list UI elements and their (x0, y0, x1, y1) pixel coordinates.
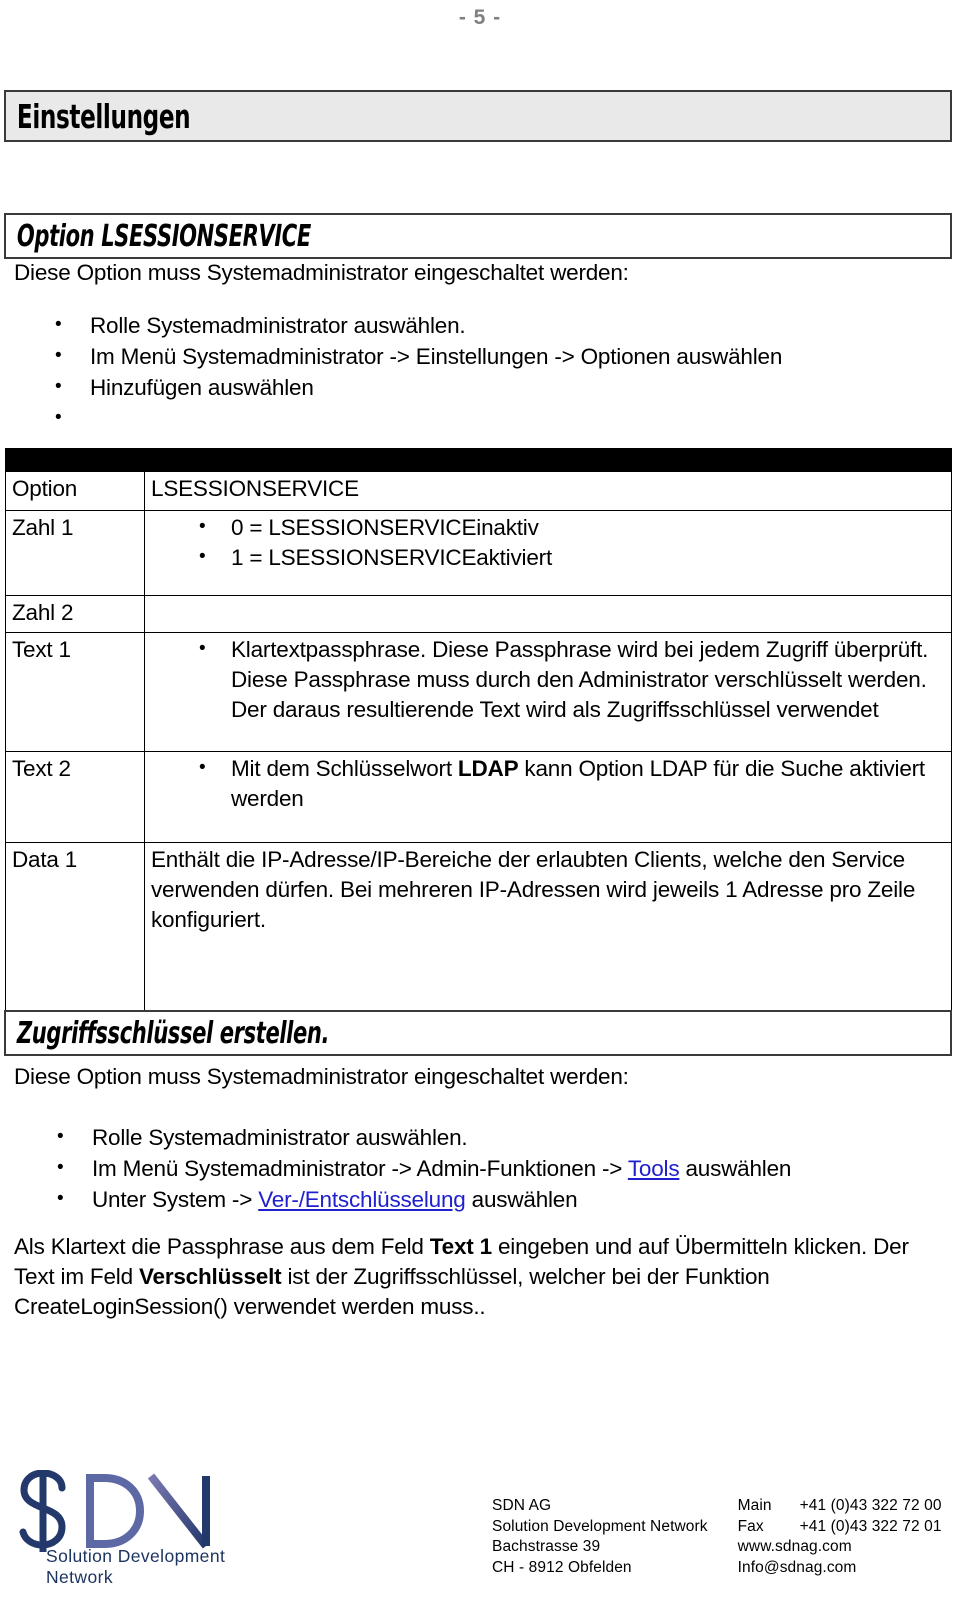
field-name-text1: Text 1 (429, 1234, 492, 1259)
footer-company: SDN AG (492, 1497, 552, 1514)
table-header-cell-left (5, 448, 145, 472)
cell-bullet-list: Mit dem Schlüsselwort LDAP kann Option L… (151, 753, 945, 814)
sdn-logo-caption: Solution Development Network (46, 1546, 226, 1587)
field-name-verschluesselt: Verschlüsselt (138, 1264, 282, 1289)
list-item: Mit dem Schlüsselwort LDAP kann Option L… (151, 753, 945, 814)
footer-street: Bachstrasse 39 (492, 1538, 601, 1555)
footer-website: www.sdnag.com (737, 1538, 852, 1555)
table-row: Zahl 1 0 = LSESSIONSERVICEinaktiv 1 = LS… (5, 510, 952, 596)
final-paragraph: Als Klartext die Passphrase aus dem Feld… (14, 1232, 944, 1322)
section-title-zugriff: Zugriffsschlüssel erstellen. (16, 1015, 330, 1051)
footer-fax-value: +41 (0)43 322 72 01 (799, 1517, 942, 1535)
cell-value-data1: Enthält die IP-Adresse/IP-Bereiche der e… (144, 842, 952, 1015)
text-fragment: Mit dem Schlüsselwort (231, 756, 458, 781)
heading-banner-einstellungen: Einstellungen (4, 90, 952, 142)
intro-paragraph-zugriff: Diese Option muss Systemadministrator ei… (14, 1064, 629, 1089)
footer-contact-details: Main +41 (0)43 322 72 00 Fax +41 (0)43 3… (738, 1496, 942, 1578)
footer-fax-label: Fax (737, 1517, 764, 1535)
list-item: Klartextpassphrase. Diese Passphrase wir… (151, 634, 945, 725)
list-item: Hinzufügen auswählen (55, 371, 925, 403)
text-fragment: Im Menü Systemadministrator -> Admin-Fun… (92, 1156, 628, 1181)
link-tools[interactable]: Tools (628, 1156, 680, 1181)
cell-bullet-list: Klartextpassphrase. Diese Passphrase wir… (151, 634, 945, 725)
table-row: Text 1 Klartextpassphrase. Diese Passphr… (5, 632, 952, 752)
footer-main-label: Main (737, 1497, 772, 1514)
cell-label-data1: Data 1 (5, 842, 145, 1015)
cell-value-text1: Klartextpassphrase. Diese Passphrase wir… (144, 632, 952, 752)
text-fragment: Unter System -> (92, 1187, 259, 1212)
cell-value-zahl2 (144, 595, 952, 633)
footer-contact: SDN AG Solution Development Network Bach… (492, 1496, 942, 1578)
table-header-row (5, 448, 952, 472)
heading-banner-zugriff: Zugriffsschlüssel erstellen. (4, 1010, 952, 1056)
list-item-empty (55, 402, 925, 434)
list-item: Im Menü Systemadministrator -> Admin-Fun… (57, 1152, 927, 1184)
sdn-logo-mark (19, 1470, 210, 1552)
cell-label-zahl2: Zahl 2 (5, 595, 145, 633)
page-number: - 5 - (458, 6, 502, 29)
table-row: Data 1 Enthält die IP-Adresse/IP-Bereich… (5, 842, 952, 1015)
link-ver-entschluesselung[interactable]: Ver-/Entschlüsselung (258, 1187, 466, 1212)
text-fragment: Als Klartext die Passphrase aus dem Feld (14, 1234, 430, 1259)
cell-value-zahl1: 0 = LSESSIONSERVICEinaktiv 1 = LSESSIONS… (144, 510, 952, 596)
document-page: - 5 - Einstellungen Option LSESSIONSERVI… (0, 0, 960, 1610)
heading-banner-option: Option LSESSIONSERVICE (4, 213, 952, 259)
list-item: Unter System -> Ver-/Entschlüsselung aus… (57, 1183, 927, 1215)
footer-company-sub: Solution Development Network (492, 1517, 708, 1535)
cell-bullet-list: 0 = LSESSIONSERVICEinaktiv 1 = LSESSIONS… (151, 512, 945, 573)
text-fragment: auswählen (465, 1187, 578, 1212)
section-title-option: Option LSESSIONSERVICE (16, 218, 311, 254)
table-row: Option LSESSIONSERVICE (5, 471, 952, 511)
list-item: 0 = LSESSIONSERVICEinaktiv (151, 512, 945, 543)
footer-main-value: +41 (0)43 322 72 00 (799, 1497, 942, 1514)
option-parameter-table: Option LSESSIONSERVICE Zahl 1 0 = LSESSI… (5, 448, 952, 1015)
table-row: Zahl 2 (5, 595, 952, 633)
cell-value-text2: Mit dem Schlüsselwort LDAP kann Option L… (144, 751, 952, 843)
steps-list-option: Rolle Systemadministrator auswählen. Im … (55, 309, 925, 434)
text-fragment: auswählen (679, 1156, 792, 1181)
footer-city: CH - 8912 Obfelden (492, 1558, 632, 1576)
list-item: Im Menü Systemadministrator -> Einstellu… (55, 340, 925, 372)
sdn-logo: Solution Development Network (18, 1470, 248, 1590)
intro-paragraph-option: Diese Option muss Systemadministrator ei… (14, 260, 629, 285)
footer-address: SDN AG Solution Development Network Bach… (492, 1496, 708, 1578)
cell-label-text2: Text 2 (5, 751, 145, 843)
footer-main-phone: Main +41 (0)43 322 72 00 (738, 1496, 942, 1517)
cell-value-option: LSESSIONSERVICE (144, 471, 952, 511)
cell-label-zahl1: Zahl 1 (5, 510, 145, 596)
list-item: 1 = LSESSIONSERVICEaktiviert (151, 542, 945, 573)
keyword-ldap: LDAP (457, 756, 519, 781)
cell-label-text1: Text 1 (5, 632, 145, 752)
table-row: Text 2 Mit dem Schlüsselwort LDAP kann O… (5, 751, 952, 843)
footer-fax: Fax +41 (0)43 322 72 01 (738, 1517, 942, 1538)
table-header-cell-right (144, 448, 952, 472)
page-title: Einstellungen (16, 96, 191, 136)
list-item: Rolle Systemadministrator auswählen. (55, 309, 925, 341)
steps-list-zugriff: Rolle Systemadministrator auswählen. Im … (57, 1121, 927, 1215)
footer-email: Info@sdnag.com (737, 1558, 857, 1576)
list-item: Rolle Systemadministrator auswählen. (57, 1121, 927, 1153)
cell-label-option: Option (5, 471, 145, 511)
